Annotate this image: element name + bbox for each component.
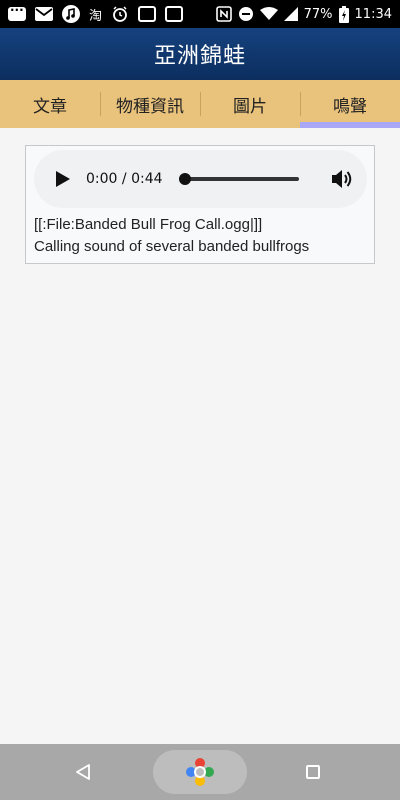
app-bar: 亞洲錦蛙 (0, 28, 400, 80)
status-right: 77% 11:34 (215, 5, 392, 23)
battery-icon (338, 5, 349, 23)
audio-player: 0:00 / 0:44 (34, 150, 367, 208)
google-assistant-icon (186, 758, 214, 786)
current-time: 0:00 (86, 171, 118, 187)
battery-percent: 77% (303, 6, 333, 22)
chat-icon (8, 3, 26, 23)
sound-card: 0:00 / 0:44 [[:File:Banded Bull Frog Cal… (25, 145, 375, 264)
volume-button[interactable] (331, 167, 355, 191)
status-bar: 淘 77% 11:34 (0, 0, 400, 28)
play-button[interactable] (52, 168, 74, 190)
signal-icon (283, 5, 298, 23)
tab-sounds[interactable]: 鳴聲 (300, 80, 400, 128)
audio-time: 0:00 / 0:44 (86, 171, 163, 187)
back-button[interactable] (74, 762, 94, 782)
music-icon (62, 5, 80, 23)
tab-species-info[interactable]: 物種資訊 (100, 80, 200, 128)
tab-article[interactable]: 文章 (0, 80, 100, 128)
back-icon (76, 764, 90, 780)
clock: 11:34 (354, 6, 392, 22)
system-nav-bar (0, 744, 400, 800)
time-separator: / (117, 171, 132, 187)
tab-images[interactable]: 圖片 (200, 80, 300, 128)
seek-thumb[interactable] (178, 173, 191, 185)
dnd-icon (238, 5, 254, 23)
app-icon (165, 5, 184, 23)
sound-caption: [[:File:Banded Bull Frog Call.ogg|]] Cal… (34, 214, 366, 258)
home-button[interactable] (153, 750, 247, 794)
recents-button[interactable] (306, 765, 320, 779)
file-reference: [[:File:Banded Bull Frog Call.ogg|]] (34, 216, 263, 233)
tab-bar: 文章 物種資訊 圖片 鳴聲 (0, 80, 400, 128)
status-left: 淘 (8, 3, 184, 24)
page-title: 亞洲錦蛙 (153, 44, 246, 69)
volume-icon (332, 170, 352, 188)
wifi-icon (259, 5, 278, 23)
play-icon (56, 171, 70, 187)
taobao-icon: 淘 (89, 8, 103, 24)
mail-icon (35, 5, 53, 23)
seek-bar[interactable] (178, 173, 299, 185)
duration: 0:44 (131, 171, 163, 187)
nfc-icon (215, 5, 232, 23)
alarm-icon (111, 5, 129, 23)
sound-description: Calling sound of several banded bullfrog… (34, 238, 310, 255)
app-icon (138, 5, 157, 23)
